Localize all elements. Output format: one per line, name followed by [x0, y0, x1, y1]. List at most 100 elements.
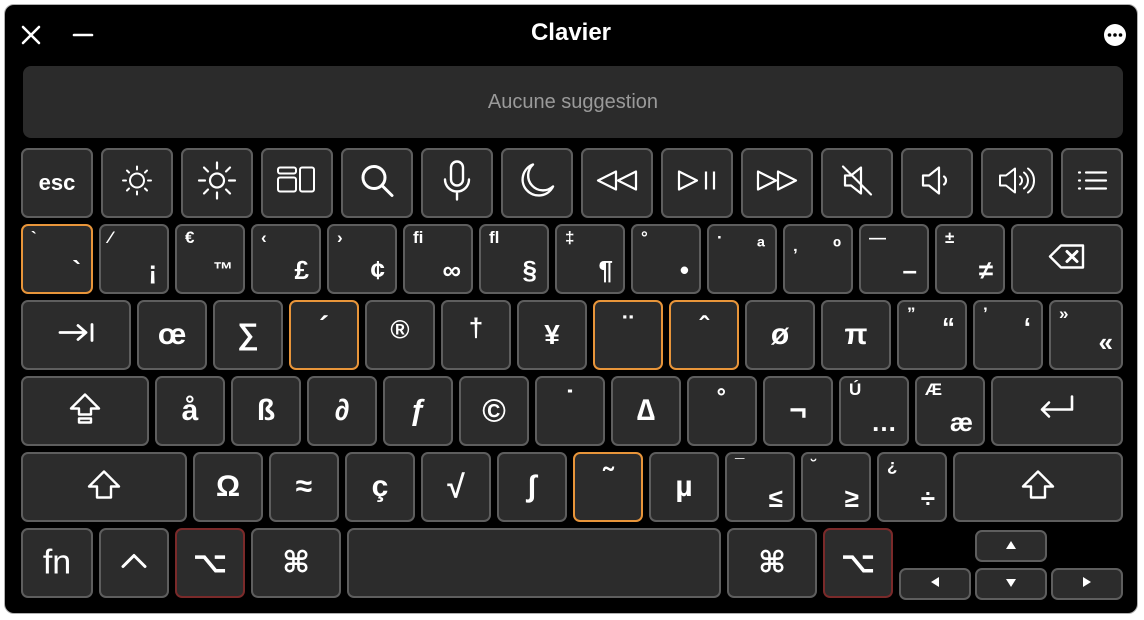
left-bracket-main-label: “	[942, 312, 955, 342]
key-5[interactable]: ﬁ ∞	[403, 224, 473, 294]
fn-label: fn	[42, 543, 72, 582]
rewind-key[interactable]	[581, 148, 653, 218]
left-bracket-key[interactable]: ” “	[897, 300, 967, 370]
backquote-main-label: `	[72, 255, 81, 285]
period-key[interactable]: ˘ ≥	[801, 452, 871, 522]
mute-key[interactable]	[821, 148, 893, 218]
key-v[interactable]: √	[421, 452, 491, 522]
key-d[interactable]: ∂	[307, 376, 377, 446]
right-command-key[interactable]: ⌘	[727, 528, 817, 598]
key-r[interactable]: ®	[365, 300, 435, 370]
spotlight-key[interactable]	[341, 148, 413, 218]
left-shift-key[interactable]	[21, 452, 187, 522]
volume-up-key[interactable]	[981, 148, 1053, 218]
slash-key[interactable]: ¿ ÷	[877, 452, 947, 522]
semicolon-key[interactable]: Ú …	[839, 376, 909, 446]
arrow-right-key[interactable]	[1051, 568, 1123, 600]
key-1[interactable]: ⁄ ¡	[99, 224, 169, 294]
arrow-up-key[interactable]	[975, 530, 1047, 562]
key-2[interactable]: € ™	[175, 224, 245, 294]
key-z[interactable]: Ω	[193, 452, 263, 522]
key-b[interactable]: ∫	[497, 452, 567, 522]
key-7-main-label: ¶	[598, 255, 613, 285]
key-n[interactable]: ˜	[573, 452, 643, 522]
backquote-key[interactable]: ` `	[21, 224, 93, 294]
key-8[interactable]: ° •	[631, 224, 701, 294]
dictation-key[interactable]	[421, 148, 493, 218]
space-key[interactable]	[347, 528, 721, 598]
key-l[interactable]: ¬	[763, 376, 833, 446]
key-o[interactable]: ø	[745, 300, 815, 370]
key-p-label: π	[844, 318, 868, 351]
brightness-down-key[interactable]	[101, 148, 173, 218]
key-7[interactable]: ‡ ¶	[555, 224, 625, 294]
volume-down-key[interactable]	[901, 148, 973, 218]
search-icon	[357, 161, 397, 206]
key-y[interactable]: ¥	[517, 300, 587, 370]
minus-shift-label: —	[869, 228, 886, 247]
fast-forward-key[interactable]	[741, 148, 813, 218]
key-3[interactable]: ‹ £	[251, 224, 321, 294]
control-key[interactable]	[99, 528, 169, 598]
key-e[interactable]: ´	[289, 300, 359, 370]
key-g[interactable]: ©	[459, 376, 529, 446]
return-key[interactable]	[991, 376, 1123, 446]
key-s[interactable]: ß	[231, 376, 301, 446]
key-q[interactable]: œ	[137, 300, 207, 370]
right-option-key[interactable]: ⌥	[823, 528, 893, 598]
list-key[interactable]	[1061, 148, 1123, 218]
esc-key[interactable]: esc	[21, 148, 93, 218]
comma-key[interactable]: ¯ ≤	[725, 452, 795, 522]
left-option-key[interactable]: ⌥	[175, 528, 245, 598]
play-pause-key[interactable]	[661, 148, 733, 218]
key-0[interactable]: ‚ º	[783, 224, 853, 294]
do-not-disturb-key[interactable]	[501, 148, 573, 218]
mission-control-key[interactable]	[261, 148, 333, 218]
key-k[interactable]: ˚	[687, 376, 757, 446]
left-command-key[interactable]: ⌘	[251, 528, 341, 598]
key-8-main-label: •	[679, 255, 689, 285]
key-h[interactable]: ˙	[535, 376, 605, 446]
more-icon[interactable]	[1103, 23, 1127, 47]
key-4[interactable]: › ¢	[327, 224, 397, 294]
slash-main-label: ÷	[920, 483, 935, 513]
key-p[interactable]: π	[821, 300, 891, 370]
key-t[interactable]: †	[441, 300, 511, 370]
key-9[interactable]: · ª	[707, 224, 777, 294]
backslash-main-label: «	[1098, 327, 1113, 357]
key-7-shift-label: ‡	[565, 228, 575, 247]
key-2-main-label: ™	[213, 259, 233, 281]
fn-key[interactable]: fn	[21, 528, 93, 598]
key-w[interactable]: ∑	[213, 300, 283, 370]
key-i-label: ˆ	[699, 311, 709, 343]
key-j[interactable]: ∆	[611, 376, 681, 446]
backslash-key[interactable]: » «	[1049, 300, 1123, 370]
key-f[interactable]: ƒ	[383, 376, 453, 446]
period-shift-label: ˘	[811, 456, 817, 475]
key-a[interactable]: å	[155, 376, 225, 446]
right-shift-key[interactable]	[953, 452, 1123, 522]
arrow-down-icon	[1005, 575, 1017, 593]
caps-lock-key[interactable]	[21, 376, 149, 446]
arrow-down-key[interactable]	[975, 568, 1047, 600]
right-bracket-key[interactable]: ’ ‘	[973, 300, 1043, 370]
shift-icon	[86, 469, 122, 506]
key-i[interactable]: ˆ	[669, 300, 739, 370]
key-n-label: ˜	[603, 462, 613, 496]
key-a-label: å	[181, 394, 199, 427]
key-u[interactable]: ¨	[593, 300, 663, 370]
volume-down-icon	[919, 163, 955, 204]
key-x-label: ≈	[295, 470, 313, 503]
key-c[interactable]: ç	[345, 452, 415, 522]
key-x[interactable]: ≈	[269, 452, 339, 522]
key-6[interactable]: ﬂ §	[479, 224, 549, 294]
arrow-left-key[interactable]	[899, 568, 971, 600]
equal-key[interactable]: ± ≠	[935, 224, 1005, 294]
key-o-label: ø	[770, 318, 790, 351]
delete-key[interactable]	[1011, 224, 1123, 294]
quote-key[interactable]: Æ æ	[915, 376, 985, 446]
minus-key[interactable]: — –	[859, 224, 929, 294]
tab-key[interactable]	[21, 300, 131, 370]
brightness-up-key[interactable]	[181, 148, 253, 218]
key-m[interactable]: µ	[649, 452, 719, 522]
